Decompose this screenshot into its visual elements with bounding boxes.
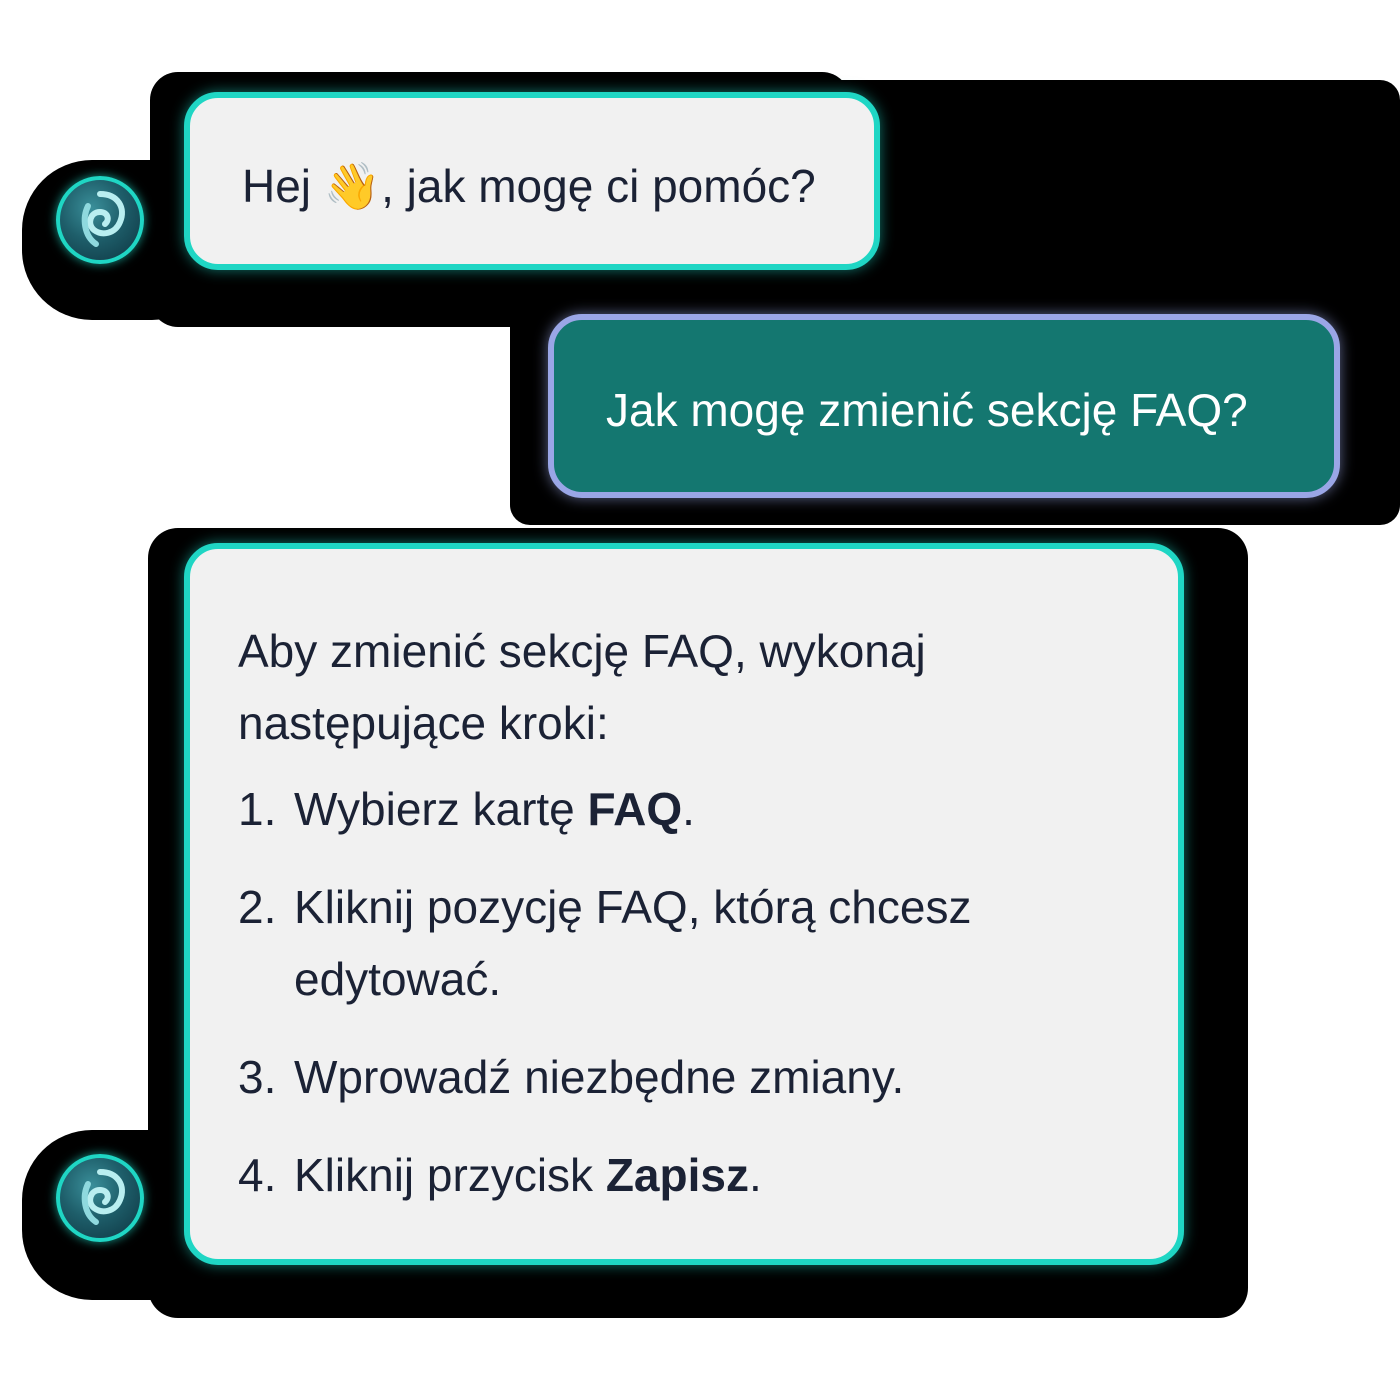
- answer-content: Aby zmienić sekcję FAQ, wykonaj następuj…: [238, 615, 1098, 1237]
- answer-intro: Aby zmienić sekcję FAQ, wykonaj następuj…: [238, 625, 926, 749]
- user-message-bubble: Jak mogę zmienić sekcję FAQ?: [548, 314, 1340, 498]
- step-number: 1.: [238, 783, 277, 835]
- step-number: 3.: [238, 1051, 277, 1103]
- step-bold-text: FAQ: [587, 783, 683, 835]
- assistant-avatar: [56, 176, 144, 264]
- assistant-logo-icon: [81, 191, 125, 247]
- step-bold-text: Zapisz: [605, 1149, 749, 1201]
- assistant-logo-icon: [81, 1169, 125, 1225]
- assistant-answer-bubble: Aby zmienić sekcję FAQ, wykonaj następuj…: [184, 543, 1184, 1265]
- user-message-text: Jak mogę zmienić sekcję FAQ?: [606, 384, 1248, 436]
- step-number: 4.: [238, 1149, 277, 1201]
- waving-hand-icon: 👋: [323, 159, 382, 213]
- list-item: 2. Kliknij pozycję FAQ, którą chcesz edyt…: [238, 871, 1098, 1015]
- step-text: Wybierz kartę: [294, 783, 588, 835]
- list-item: 4. Kliknij przycisk Zapisz.: [238, 1139, 1098, 1211]
- step-text: Kliknij pozycję FAQ, którą chcesz edytow…: [294, 881, 972, 1005]
- step-text-end: .: [682, 783, 695, 835]
- chat-canvas: Hej 👋, jak mogę ci pomóc? Jak mogę zmien…: [0, 0, 1400, 1400]
- list-item: 1. Wybierz kartę FAQ.: [238, 773, 1098, 845]
- step-number: 2.: [238, 881, 277, 933]
- steps-list: 1. Wybierz kartę FAQ. 2. Kliknij pozycję F…: [238, 773, 1098, 1211]
- greeting-text: Hej 👋, jak mogę ci pomóc?: [242, 156, 816, 216]
- step-text: Kliknij przycisk: [294, 1149, 606, 1201]
- greeting-text-start: Hej: [242, 160, 324, 212]
- step-text-end: .: [748, 1149, 762, 1201]
- greeting-text-end: , jak mogę ci pomóc?: [381, 160, 816, 212]
- assistant-greeting-bubble: Hej 👋, jak mogę ci pomóc?: [184, 92, 880, 270]
- assistant-avatar: [56, 1154, 144, 1242]
- list-item: 3. Wprowadź niezbędne zmiany.: [238, 1041, 1098, 1113]
- step-text: Wprowadź niezbędne zmiany.: [294, 1051, 905, 1103]
